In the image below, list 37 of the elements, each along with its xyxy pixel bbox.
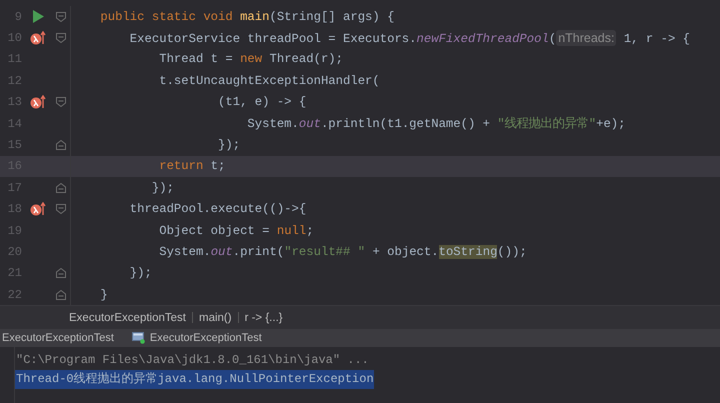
- code-line: });: [217, 138, 240, 152]
- fold-icon[interactable]: [56, 290, 66, 300]
- fold-icon[interactable]: [56, 204, 66, 214]
- code-text: ExecutorService threadPool = Executors.: [128, 32, 417, 46]
- console-line: "C:\Program Files\Java\jdk1.8.0_161\bin\java" ...: [15, 352, 369, 369]
- console-icon: [132, 332, 145, 344]
- breadcrumb[interactable]: r -> {...}: [244, 312, 283, 324]
- code-line: });: [128, 266, 152, 280]
- code-line: threadPool.execute(()->{: [128, 202, 306, 216]
- code-line: public static void main(String[] args) {: [99, 10, 394, 24]
- breadcrumb[interactable]: ExecutorExceptionTest: [69, 312, 186, 324]
- code-text: (: [548, 32, 556, 46]
- breadcrumb[interactable]: main(): [198, 312, 232, 324]
- run-tab[interactable]: ExecutorExceptionTest: [132, 332, 262, 344]
- fold-icon[interactable]: [56, 268, 66, 278]
- code-line: (t1, e) -> {: [217, 95, 306, 110]
- lambda-marker-icon[interactable]: [30, 95, 46, 110]
- code-line: return t;: [158, 159, 226, 174]
- fold-icon[interactable]: [56, 33, 66, 44]
- code-text: 1, r -> {: [622, 32, 690, 46]
- run-icon[interactable]: [32, 10, 44, 24]
- fold-icon[interactable]: [56, 140, 66, 150]
- code-line: });: [150, 180, 174, 195]
- code-line: }: [99, 288, 108, 302]
- lambda-marker-icon[interactable]: [30, 202, 46, 216]
- fold-icon[interactable]: [56, 12, 66, 22]
- fold-icon[interactable]: [56, 182, 66, 193]
- parameter-hint: nThreads:: [556, 30, 616, 46]
- code-line: Object object = null;: [158, 224, 314, 238]
- code-line: Thread t = new Thread(r);: [158, 52, 344, 66]
- code-text: newFixedThreadPool: [416, 32, 549, 46]
- lambda-marker-icon[interactable]: [30, 31, 46, 46]
- code-line: System.out.print("result## " + object.toString());: [158, 244, 527, 259]
- code-line: t.setUncaughtExceptionHandler(: [158, 74, 380, 88]
- panel-title: ExecutorExceptionTest: [2, 332, 114, 344]
- fold-icon[interactable]: [56, 97, 66, 108]
- code-line: System.out.println(t1.getName() + "线程抛出的异常"+e);: [246, 116, 626, 132]
